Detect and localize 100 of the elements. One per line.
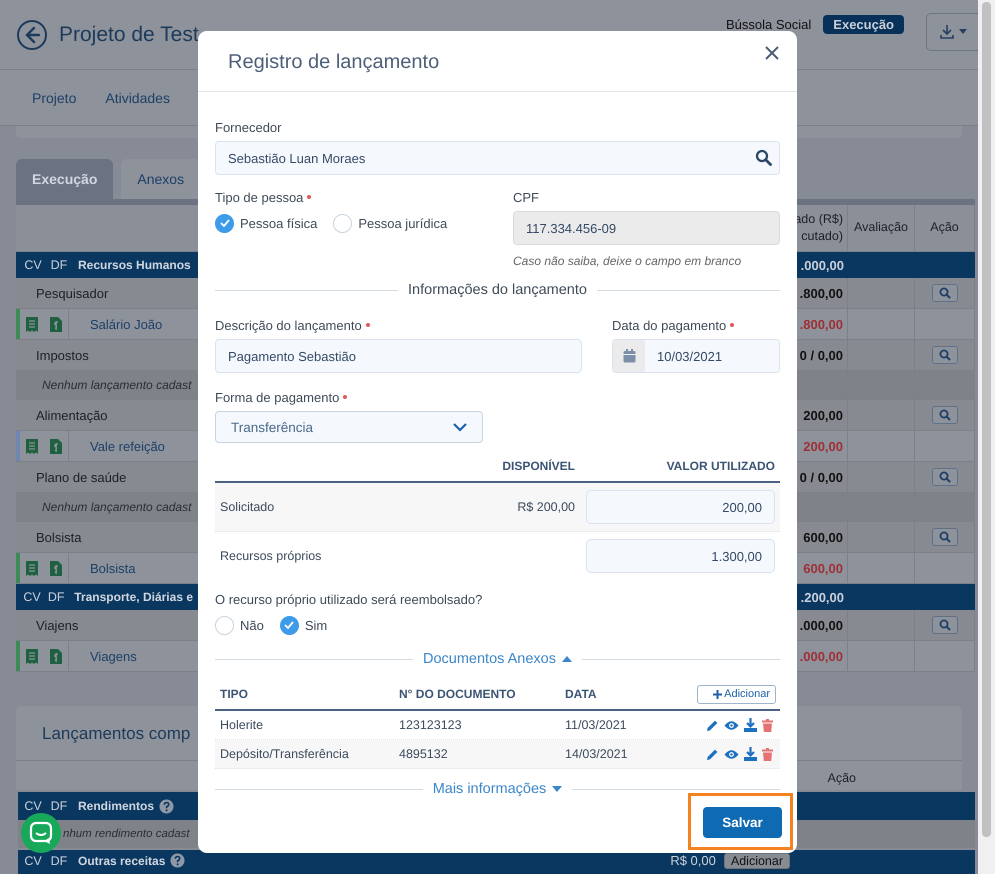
table-cell-text: Recursos próprios	[219, 549, 322, 563]
back-icon[interactable]	[16, 18, 48, 50]
search-button[interactable]	[932, 616, 958, 634]
edit-icon[interactable]	[706, 718, 719, 732]
search-icon	[938, 287, 950, 299]
table-cell-text: 14/03/2021	[565, 747, 629, 761]
caret-icon	[958, 29, 966, 34]
date-field[interactable]: 10/03/2021	[612, 339, 780, 373]
download-icon[interactable]	[744, 747, 757, 761]
category-label: Plano de saúde	[35, 470, 126, 484]
item-link[interactable]: Bolsista	[69, 560, 136, 576]
field-label: Tipo de pessoa	[215, 190, 304, 204]
value-text: 600,00	[803, 560, 843, 576]
table-cell-text: DF	[50, 854, 68, 868]
section-title: Lançamentos comp	[42, 724, 190, 743]
value-text: 200,00	[803, 408, 843, 422]
receipt-icon	[25, 648, 39, 664]
supplier-field[interactable]: Sebastião Luan Moraes	[215, 141, 780, 175]
column-header: DISPONÍVEL	[501, 459, 575, 473]
table-cell-text: Holerite	[219, 718, 264, 732]
search-icon	[938, 531, 950, 543]
field-label: Descrição do lançamento	[215, 318, 362, 332]
download-button[interactable]	[926, 12, 978, 50]
tab[interactable]: Execução	[16, 159, 114, 199]
search-icon	[755, 149, 772, 166]
table-cell-text: 123123123	[399, 718, 463, 732]
payment-method-select[interactable]: Transferência	[215, 411, 483, 443]
program-name: Bússola Social	[726, 17, 812, 32]
scrollbar[interactable]	[978, 0, 995, 874]
field-label: CPF	[513, 190, 539, 204]
search-icon	[938, 409, 950, 421]
item-link[interactable]: Viagens	[69, 648, 137, 664]
section-toggle[interactable]: Documentos Anexos	[423, 651, 556, 667]
file-icon	[49, 438, 63, 454]
add-button[interactable]: Adicionar	[697, 684, 776, 704]
radio-button[interactable]	[333, 214, 352, 232]
close-icon	[765, 46, 779, 60]
radio-label[interactable]: Pessoa jurídica	[358, 216, 448, 230]
radio-button[interactable]	[280, 616, 299, 634]
value-text: .000,00	[800, 258, 844, 272]
value-text: .800,00	[800, 316, 843, 332]
description-field[interactable]: Pagamento Sebastião	[215, 339, 582, 373]
section-toggle[interactable]: Mais informações	[432, 781, 546, 797]
table-cell-text: DF	[46, 590, 66, 604]
radio-label[interactable]: Não	[240, 618, 264, 632]
save-button[interactable]: Salvar	[703, 807, 782, 838]
status-badge: Execução	[823, 15, 904, 34]
item-link[interactable]: Salário João	[69, 316, 162, 332]
file-icon	[49, 560, 63, 576]
radio-label[interactable]: Sim	[304, 618, 328, 632]
value-text: .000,00	[800, 648, 843, 664]
empty-message: Nenhum lançamento cadast	[42, 500, 192, 514]
search-icon	[938, 619, 950, 631]
check-icon	[284, 621, 294, 629]
eye-icon[interactable]	[724, 748, 739, 760]
table-cell-text: Depósito/Transferência	[219, 747, 350, 761]
search-button[interactable]	[932, 406, 958, 424]
amount-field[interactable]: 200,00	[586, 490, 775, 524]
amount-field[interactable]: 1.300,00	[586, 539, 775, 573]
trash-icon[interactable]	[762, 718, 773, 732]
table-cell-text: CV	[23, 799, 43, 813]
section-title: Informações do lançamento	[408, 282, 587, 298]
radio-label[interactable]: Pessoa física	[240, 216, 318, 230]
category-label: Bolsista	[35, 530, 82, 544]
radio-button[interactable]	[215, 616, 234, 634]
search-button[interactable]	[932, 528, 958, 546]
column-header: Ação	[930, 219, 959, 236]
empty-message: nhum rendimento cadast	[63, 828, 190, 840]
column-header: N° DO DOCUMENTO	[399, 687, 517, 701]
file-icon	[49, 316, 63, 332]
download-icon[interactable]	[744, 718, 757, 732]
value-text: .800,00	[800, 286, 843, 300]
value-text: R$ 0,00	[670, 853, 716, 868]
search-button[interactable]	[932, 346, 958, 364]
field-label: Fornecedor	[215, 120, 282, 134]
tab[interactable]: Anexos	[121, 159, 200, 199]
group-title: Rendimentos	[78, 799, 154, 813]
value-text: 200,00	[803, 438, 843, 454]
table-cell-text: 11/03/2021	[565, 718, 628, 732]
item-link[interactable]: Vale refeição	[69, 438, 165, 454]
table-cell-text: CV	[23, 854, 43, 868]
search-button[interactable]	[932, 284, 958, 302]
field-label: Forma de pagamento	[215, 390, 340, 404]
scrollbar-thumb[interactable]	[982, 2, 991, 837]
category-label: Viajens	[35, 618, 78, 632]
empty-message: Nenhum lançamento cadast	[42, 378, 192, 392]
chat-icon	[29, 821, 53, 845]
trash-icon[interactable]	[762, 748, 773, 760]
search-button[interactable]	[932, 468, 958, 486]
eye-icon[interactable]	[724, 720, 739, 730]
value-text: .200,00	[800, 590, 844, 604]
nav-link[interactable]: Atividades	[105, 90, 170, 106]
nav-link[interactable]: Projeto	[32, 90, 76, 106]
question-label: O recurso próprio utilizado será reembolsado?	[215, 592, 484, 607]
radio-button[interactable]	[215, 214, 234, 232]
receipt-icon	[25, 316, 39, 332]
download-icon	[938, 24, 954, 40]
project-title: Projeto de Test	[59, 22, 199, 46]
add-button[interactable]: Adicionar	[724, 853, 790, 869]
edit-icon[interactable]	[706, 748, 719, 760]
